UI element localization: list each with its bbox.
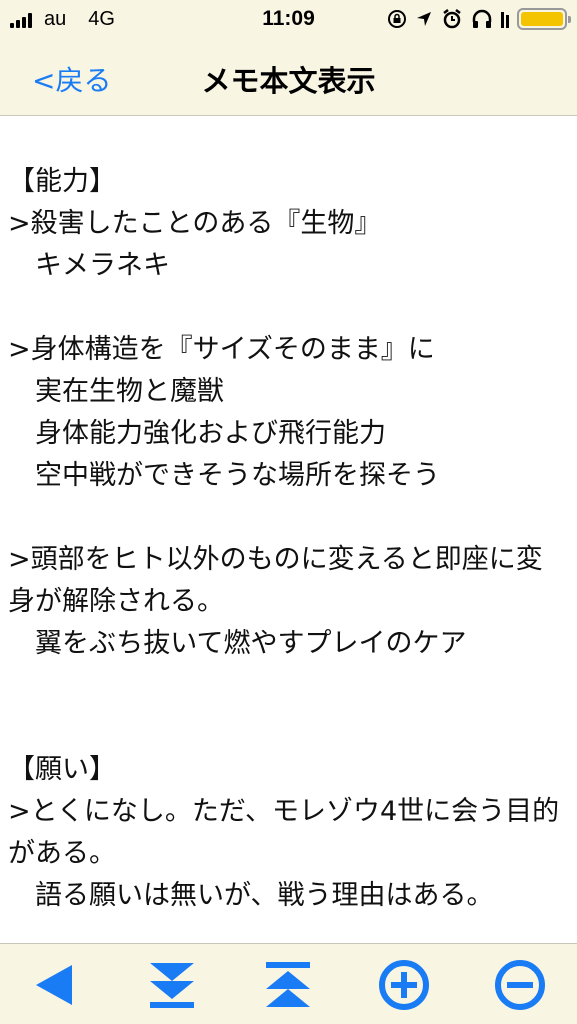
scroll-to-top-icon[interactable] xyxy=(262,959,314,1011)
status-right xyxy=(379,8,571,30)
page-title: メモ本文表示 xyxy=(201,64,376,98)
memo-text: 【能力】 >殺害したことのある『生物』 キメラネキ >身体構造を『サイズそのまま… xyxy=(8,166,560,911)
charging-bars-icon xyxy=(501,10,509,28)
bottom-toolbar xyxy=(0,943,577,1024)
minus-circle-icon[interactable] xyxy=(494,959,546,1011)
battery-tip xyxy=(568,16,571,23)
headphones-icon xyxy=(471,8,493,30)
memo-content-area[interactable]: 【能力】 >殺害したことのある『生物』 キメラネキ >身体構造を『サイズそのまま… xyxy=(0,116,577,943)
back-triangle-icon[interactable] xyxy=(30,959,82,1011)
scroll-to-bottom-icon[interactable] xyxy=(146,959,198,1011)
navigation-bar: <戻る メモ本文表示 xyxy=(0,40,577,116)
status-bar: au 4G 11:09 xyxy=(0,0,577,40)
alarm-icon xyxy=(441,8,463,30)
rotation-lock-icon xyxy=(387,9,407,29)
location-icon xyxy=(415,10,433,28)
battery-icon xyxy=(517,8,571,30)
battery-level xyxy=(521,12,563,26)
plus-circle-icon[interactable] xyxy=(378,959,430,1011)
